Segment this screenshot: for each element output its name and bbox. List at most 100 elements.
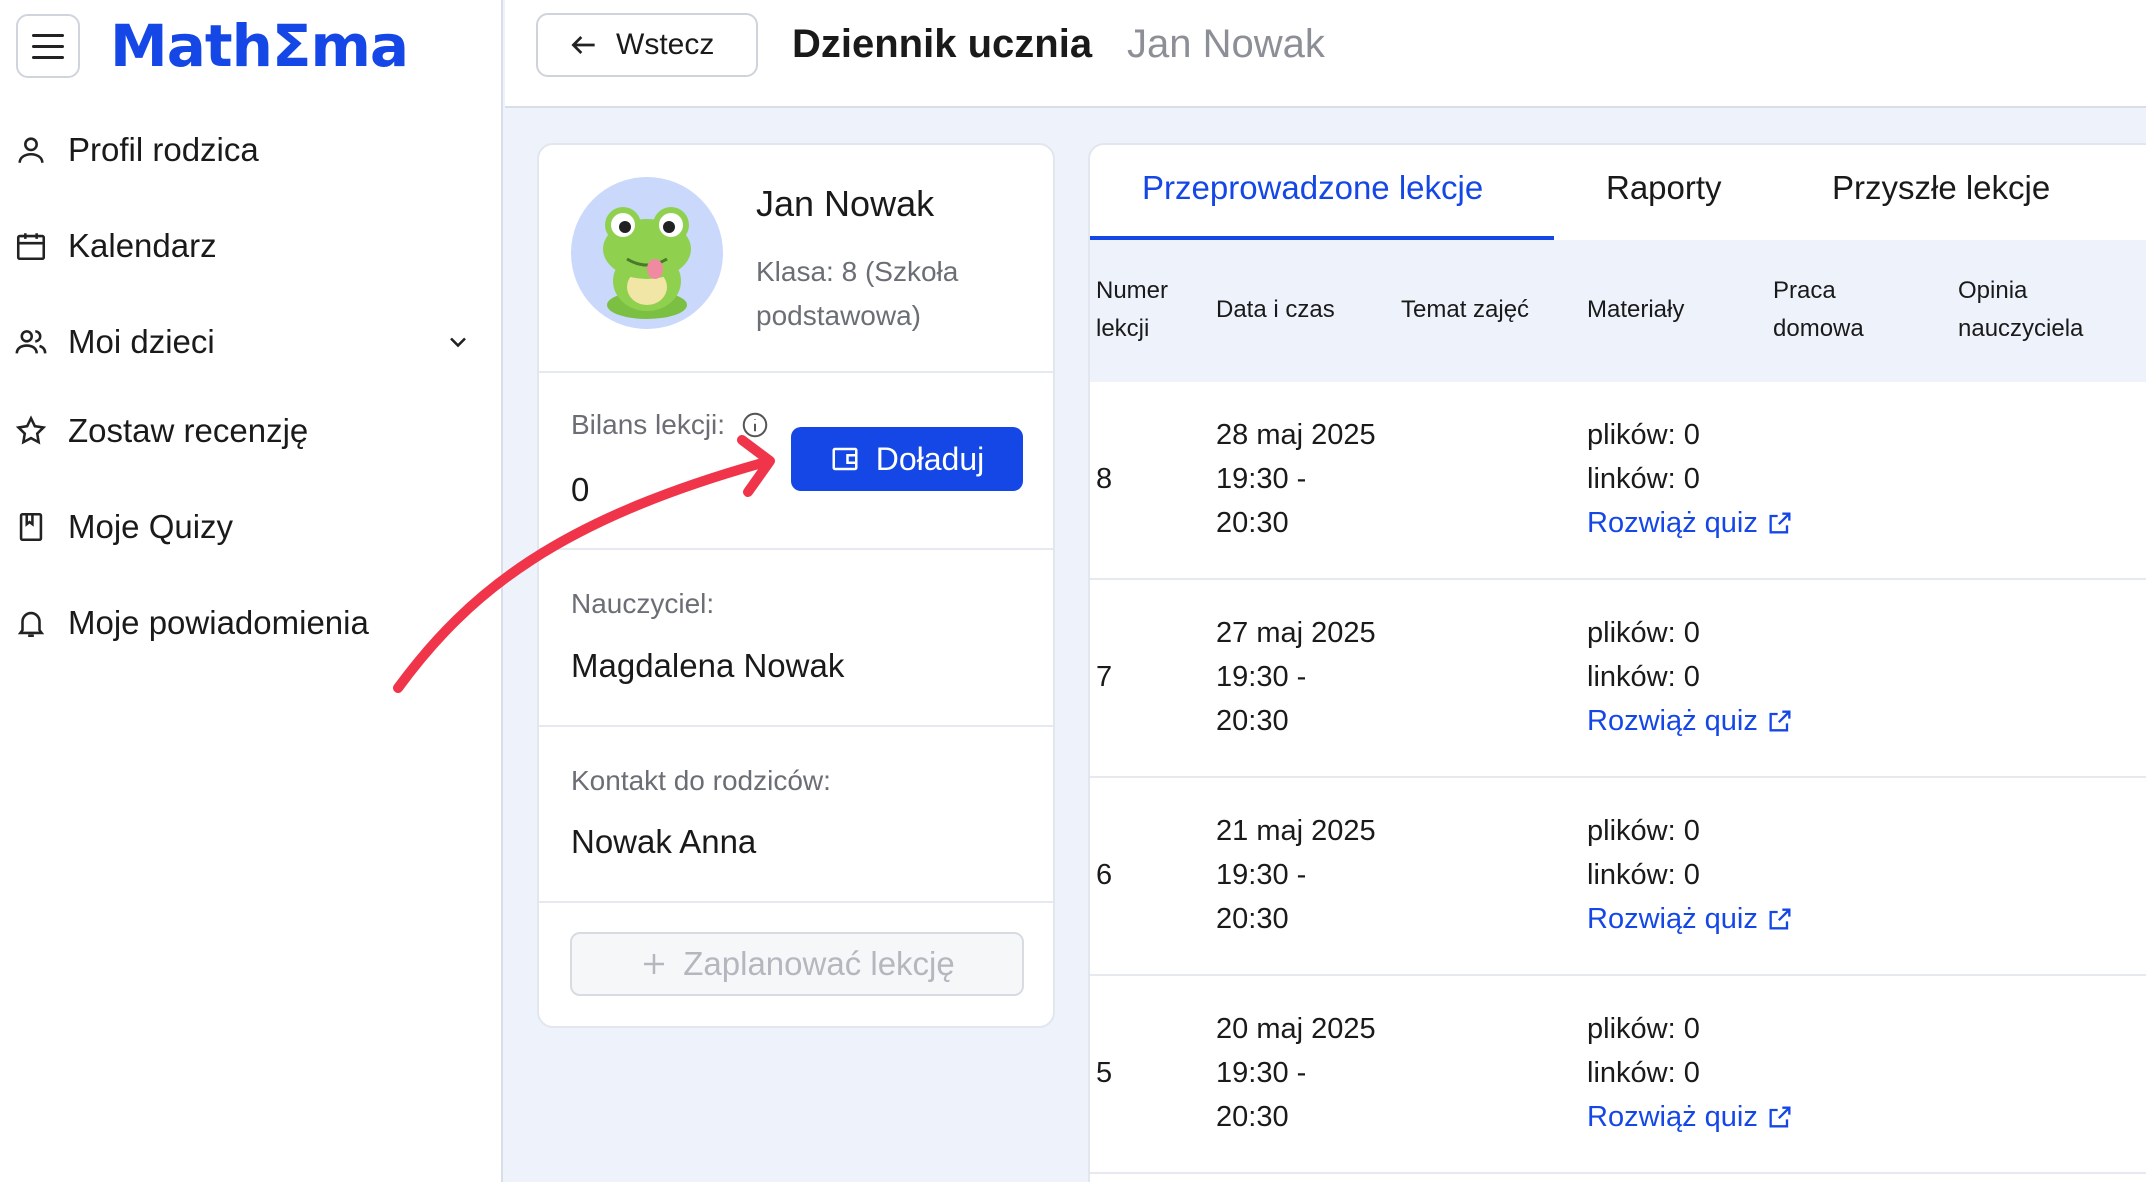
schedule-lesson-button[interactable]: Zaplanować lekcję bbox=[570, 932, 1024, 996]
external-link-icon bbox=[1769, 710, 1791, 732]
frog-avatar-image bbox=[603, 207, 691, 319]
sidebar: MathΣma Profil rodzica Kalendarz Moi dzi… bbox=[0, 0, 503, 1182]
materials-files: plików: 0 bbox=[1587, 419, 1700, 451]
lesson-date: 28 maj 2025 bbox=[1216, 419, 1376, 451]
lesson-time-end: 20:30 bbox=[1216, 1101, 1289, 1133]
lesson-time-start: 19:30 - bbox=[1216, 859, 1307, 891]
star-icon bbox=[15, 415, 47, 445]
calendar-icon bbox=[16, 233, 46, 261]
topup-button-label: Doładuj bbox=[875, 440, 985, 477]
external-link-icon bbox=[1769, 908, 1791, 930]
column-header-homework: Praca domowa bbox=[1773, 277, 1864, 342]
sidebar-item-notifications[interactable]: Moje powiadomienia bbox=[0, 593, 503, 653]
tab-upcoming-lessons[interactable]: Przyszłe lekcje bbox=[1832, 169, 2050, 207]
materials-links: linków: 0 bbox=[1587, 661, 1700, 693]
wallet-icon bbox=[832, 447, 858, 471]
lessons-panel: Przeprowadzone lekcje Raporty Przyszłe l… bbox=[1088, 143, 2146, 1182]
sidebar-item-label: Moje Quizy bbox=[68, 508, 234, 545]
sidebar-item-my-quizzes[interactable]: Moje Quizy bbox=[0, 497, 503, 557]
solve-quiz-label: Rozwiąż quiz bbox=[1587, 507, 1758, 539]
lesson-date: 27 maj 2025 bbox=[1216, 617, 1376, 649]
solve-quiz-label: Rozwiąż quiz bbox=[1587, 903, 1758, 935]
parent-contact-label: Kontakt do rodziców: bbox=[571, 765, 831, 796]
lesson-time-start: 19:30 - bbox=[1216, 463, 1307, 495]
top-header: Wstecz Dziennik ucznia Jan Nowak bbox=[505, 0, 2146, 108]
solve-quiz-link[interactable]: Rozwiąż quiz bbox=[1587, 501, 1794, 545]
divider bbox=[539, 371, 1053, 373]
sidebar-item-parent-profile[interactable]: Profil rodzica bbox=[0, 120, 503, 180]
materials-files: plików: 0 bbox=[1587, 815, 1700, 847]
sidebar-item-review[interactable]: Zostaw recenzję bbox=[0, 401, 503, 461]
tab-completed-lessons[interactable]: Przeprowadzone lekcje bbox=[1142, 169, 1483, 207]
app-logo[interactable]: MathΣma bbox=[110, 12, 409, 80]
table-header: Numer lekcji Data i czas Temat zajęć Mat… bbox=[1090, 240, 2146, 382]
arrow-left-icon bbox=[571, 36, 595, 54]
topup-button[interactable]: Doładuj bbox=[791, 427, 1023, 491]
avatar bbox=[571, 177, 723, 329]
lesson-number: 5 bbox=[1096, 1057, 1113, 1089]
external-link-icon bbox=[1769, 1106, 1791, 1128]
lesson-time-end: 20:30 bbox=[1216, 705, 1289, 737]
back-button-label: Wstecz bbox=[616, 28, 715, 61]
sidebar-item-label: Zostaw recenzję bbox=[68, 412, 309, 449]
book-icon bbox=[19, 512, 43, 542]
lesson-date: 21 maj 2025 bbox=[1216, 815, 1376, 847]
lesson-time-start: 19:30 - bbox=[1216, 1057, 1307, 1089]
sidebar-item-label: Moje powiadomienia bbox=[68, 604, 369, 641]
divider bbox=[539, 901, 1053, 903]
info-icon[interactable] bbox=[740, 410, 770, 440]
solve-quiz-label: Rozwiąż quiz bbox=[1587, 705, 1758, 737]
materials-links: linków: 0 bbox=[1587, 1057, 1700, 1089]
parent-contact-value: Nowak Anna bbox=[571, 823, 757, 860]
column-header-teacher-opinion: Opinia nauczyciela bbox=[1958, 277, 2084, 342]
materials-links: linków: 0 bbox=[1587, 859, 1700, 891]
column-header-lesson-number: Numer lekcji bbox=[1096, 277, 1169, 342]
teacher-label: Nauczyciel: bbox=[571, 588, 715, 619]
column-header-topic: Temat zajęć bbox=[1401, 296, 1530, 323]
solve-quiz-link[interactable]: Rozwiąż quiz bbox=[1587, 1095, 1794, 1139]
balance-value: 0 bbox=[571, 471, 590, 508]
materials-files: plików: 0 bbox=[1587, 1013, 1700, 1045]
menu-icon[interactable] bbox=[16, 14, 80, 78]
lesson-time-start: 19:30 - bbox=[1216, 661, 1307, 693]
sidebar-item-label: Kalendarz bbox=[68, 227, 217, 264]
bell-icon bbox=[17, 611, 45, 638]
page-title: Dziennik ucznia bbox=[792, 22, 1093, 66]
lesson-time-end: 20:30 bbox=[1216, 507, 1289, 539]
chevron-down-icon[interactable] bbox=[444, 328, 472, 356]
sidebar-item-my-children[interactable]: Moi dzieci bbox=[0, 312, 503, 372]
materials-links: linków: 0 bbox=[1587, 463, 1700, 495]
student-card: Jan Nowak Klasa: 8 (Szkoła podstawowa) B… bbox=[537, 143, 1055, 1028]
schedule-lesson-label: Zaplanować lekcję bbox=[683, 945, 955, 982]
solve-quiz-label: Rozwiąż quiz bbox=[1587, 1101, 1758, 1133]
page-subtitle: Jan Nowak bbox=[1127, 22, 1325, 66]
plus-icon bbox=[644, 954, 665, 974]
column-header-materials: Materiały bbox=[1587, 296, 1685, 323]
lesson-time-end: 20:30 bbox=[1216, 903, 1289, 935]
materials-files: plików: 0 bbox=[1587, 617, 1700, 649]
external-link-icon bbox=[1769, 512, 1791, 534]
table-row: 7 27 maj 2025 19:30 - 20:30 plików: 0 li… bbox=[1090, 580, 2146, 778]
table-row: 5 20 maj 2025 19:30 - 20:30 plików: 0 li… bbox=[1090, 976, 2146, 1174]
divider bbox=[539, 725, 1053, 727]
student-name: Jan Nowak bbox=[756, 183, 935, 224]
sidebar-item-label: Moi dzieci bbox=[68, 323, 215, 360]
balance-label: Bilans lekcji: bbox=[571, 409, 726, 440]
lesson-date: 20 maj 2025 bbox=[1216, 1013, 1376, 1045]
tab-reports[interactable]: Raporty bbox=[1606, 169, 1722, 207]
table-row: 8 28 maj 2025 19:30 - 20:30 plików: 0 li… bbox=[1090, 382, 2146, 580]
sidebar-item-label: Profil rodzica bbox=[68, 131, 259, 168]
lesson-number: 7 bbox=[1096, 661, 1113, 693]
divider bbox=[539, 548, 1053, 550]
solve-quiz-link[interactable]: Rozwiąż quiz bbox=[1587, 699, 1794, 743]
column-header-date: Data i czas bbox=[1216, 296, 1335, 323]
teacher-name: Magdalena Nowak bbox=[571, 647, 845, 684]
lesson-number: 6 bbox=[1096, 859, 1113, 891]
user-icon bbox=[18, 137, 44, 163]
back-button[interactable]: Wstecz bbox=[536, 13, 758, 77]
lesson-number: 8 bbox=[1096, 463, 1113, 495]
solve-quiz-link[interactable]: Rozwiąż quiz bbox=[1587, 897, 1794, 941]
sidebar-item-calendar[interactable]: Kalendarz bbox=[0, 216, 503, 276]
student-class: Klasa: 8 (Szkoła podstawowa) bbox=[756, 256, 959, 331]
users-icon bbox=[15, 330, 47, 354]
